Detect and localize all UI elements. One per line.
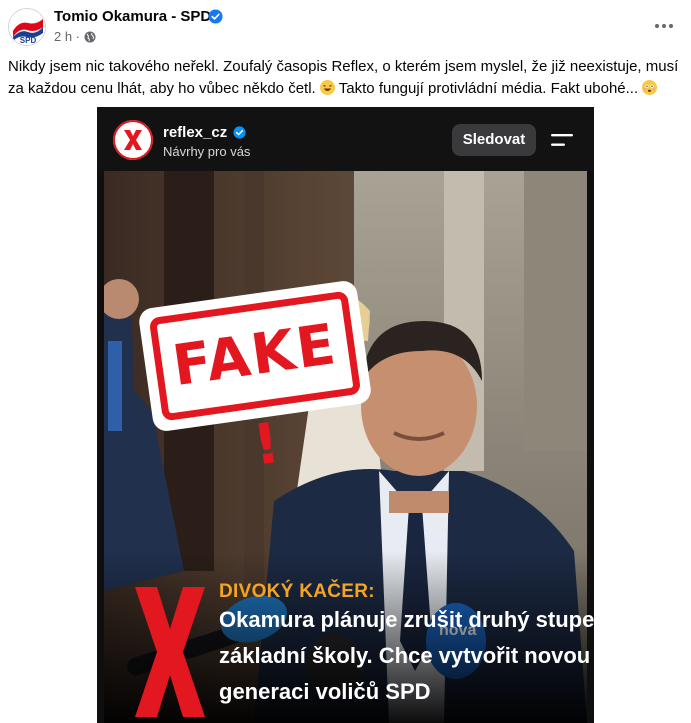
globe-icon [84,31,96,43]
post-text: Nikdy jsem nic takového neřekl. Zoufalý … [8,56,683,100]
caption-line-3: generaci voličů SPD [219,679,431,704]
post-header: SPD Tomio Okamura - SPD 2 h · [0,0,691,52]
instagram-subtitle: Návrhy pro vás [163,144,251,159]
page-avatar[interactable]: SPD [8,8,46,46]
caption-line-2: základní školy. Chce vytvořit novou [219,643,591,668]
spd-logo-icon: SPD [9,9,45,45]
instagram-account-name: reflex_cz [163,124,228,141]
post-media[interactable]: reflex_cz Návrhy pro vás Sledovat FAKE !… [0,107,691,723]
avatar-badge-text: SPD [20,36,37,45]
reflex-avatar [113,120,153,160]
x-logo-icon [135,587,205,717]
embedded-instagram-post: reflex_cz Návrhy pro vás Sledovat FAKE !… [97,107,594,723]
reflex-x-logo-icon [113,120,153,160]
author-name[interactable]: Tomio Okamura - SPD [54,8,211,25]
verified-icon [208,9,223,24]
follow-button: Sledovat [452,124,536,156]
ig-verified-icon [233,126,246,139]
laughing-emoji-icon [319,80,335,95]
post-text-secondary: Takto fungují protivládní média. Fakt ub… [338,80,639,97]
fake-stamp-text: FAKE ! [148,290,362,479]
caption-line-1: Okamura plánuje zrušit druhý stupeň [219,607,594,632]
caption-label: DIVOKÝ KAČER: [219,581,375,602]
post-timestamp[interactable]: 2 h · [54,29,80,44]
menu-icon [551,134,573,146]
more-options-icon[interactable] [650,12,678,40]
flushed-emoji-icon [642,80,658,95]
instagram-header: reflex_cz Návrhy pro vás Sledovat [97,107,594,171]
